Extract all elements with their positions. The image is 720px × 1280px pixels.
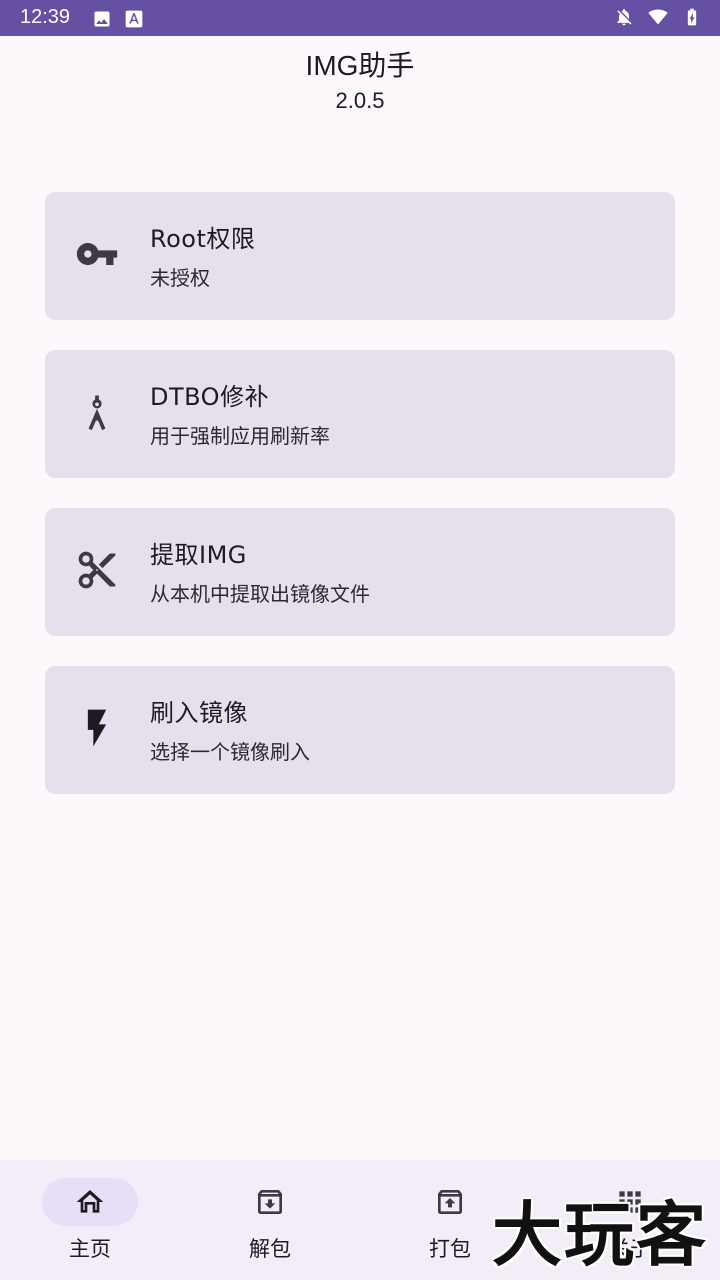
flash-image-card[interactable]: 刷入镜像 选择一个镜像刷入 — [45, 666, 675, 794]
app-header: IMG助手 2.0.5 — [0, 46, 720, 116]
nav-label: 主页 — [69, 1237, 111, 1261]
scissors-icon — [78, 551, 116, 589]
unarchive-icon — [258, 1190, 282, 1214]
wifi-icon — [648, 9, 668, 25]
card-title: 刷入镜像 — [150, 699, 248, 727]
nav-label: 解包 — [249, 1237, 291, 1261]
nav-item-home[interactable]: 主页 — [0, 1160, 180, 1280]
feature-list: Root权限 未授权 DTBO修补 用于强制应用刷新率 提取IMG 从本机中提取… — [45, 192, 675, 824]
font-download-icon — [125, 10, 143, 28]
card-subtitle: 选择一个镜像刷入 — [150, 740, 310, 764]
card-title: 提取IMG — [150, 541, 247, 569]
archive-icon — [438, 1190, 462, 1214]
watermark: 大玩客 — [492, 1193, 708, 1276]
home-icon — [76, 1190, 104, 1213]
nav-item-unpack[interactable]: 解包 — [180, 1160, 360, 1280]
card-title: DTBO修补 — [150, 383, 270, 411]
dtbo-patch-card[interactable]: DTBO修补 用于强制应用刷新率 — [45, 350, 675, 478]
extract-img-card[interactable]: 提取IMG 从本机中提取出镜像文件 — [45, 508, 675, 636]
flash-icon — [87, 709, 107, 747]
compass-icon — [88, 395, 106, 431]
battery-charging-icon — [687, 8, 697, 26]
root-permission-card[interactable]: Root权限 未授权 — [45, 192, 675, 320]
card-subtitle: 用于强制应用刷新率 — [150, 424, 330, 448]
app-version: 2.0.5 — [335, 88, 385, 113]
nav-active-indicator — [42, 1178, 138, 1226]
card-subtitle: 未授权 — [150, 266, 210, 290]
status-time: 12:39 — [20, 6, 71, 28]
card-subtitle: 从本机中提取出镜像文件 — [150, 582, 370, 606]
notifications-off-icon — [617, 9, 632, 26]
key-icon — [76, 243, 118, 265]
image-icon — [94, 11, 110, 27]
status-bar: 12:39 — [0, 0, 720, 36]
card-title: Root权限 — [150, 225, 256, 253]
app-title: IMG助手 — [305, 50, 415, 81]
